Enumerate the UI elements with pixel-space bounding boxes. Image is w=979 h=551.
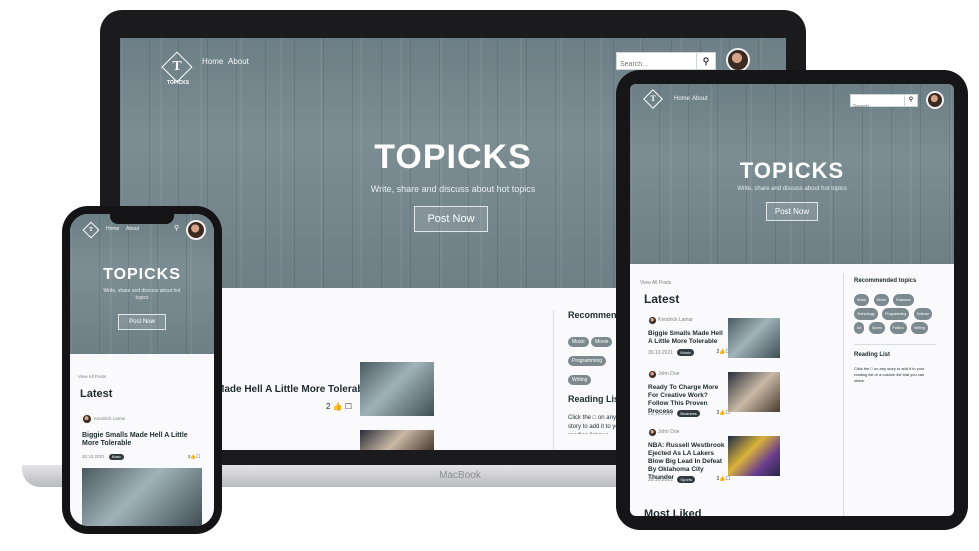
phone-screen: T Home About ⚲ TOPICKS Write, share and … [70,214,214,526]
search-icon[interactable]: ⚲ [904,95,917,106]
tag-business[interactable]: Business [893,294,914,306]
tag-politics[interactable]: Politics [889,322,907,334]
most-liked-heading: Most Liked [644,508,702,516]
search-bar: ⚲ [616,52,716,73]
tablet-screen: T Home About ⚲ TOPICKS Write, share and … [630,84,954,516]
laptop-brand-label: MacBook [439,470,481,481]
post-tag[interactable]: Business [677,410,700,417]
post-date: 30.10.2021 [648,350,674,356]
nav-about[interactable]: About [692,96,708,102]
hero-title: TOPICKS [103,266,181,283]
post-date: 29.10.2021 [648,411,674,417]
nav-about[interactable]: About [126,226,139,232]
likes-count: 2 [326,402,331,411]
bookmark-icon[interactable]: ☐ [726,476,730,482]
post-thumbnail[interactable] [728,436,780,476]
post-author[interactable]: Kendrick Lamar [658,317,693,323]
author-avatar[interactable] [648,428,657,437]
logo-caption: TOPICKS [166,80,190,86]
post-now-button[interactable]: Post Now [414,206,488,232]
post-thumbnail[interactable] [360,430,434,450]
post-now-button[interactable]: Post Now [118,314,166,330]
tag-movie[interactable]: Movie [591,337,613,347]
nav-home[interactable]: Home [674,96,690,102]
nav-home[interactable]: Home [106,226,119,232]
search-bar: ⚲ [850,94,918,113]
hero-tagline: Write, share and discuss about hot topic… [737,186,847,192]
logo[interactable]: T TOPICKS [158,51,198,92]
tag-music[interactable]: Music [854,294,870,306]
latest-heading: Latest [644,292,680,306]
latest-post-likes: 2 👍 ☐ [326,402,352,411]
search-input[interactable] [851,101,903,113]
post-author[interactable]: John Doe [658,371,679,377]
post-title[interactable]: Biggie Smalls Made Hell A Little More To… [82,432,200,448]
sidebar-divider [854,344,936,345]
post-author[interactable]: Kendrick Lamar [94,416,126,421]
view-all-posts-link[interactable]: View All Posts [640,280,671,286]
view-all-posts-link[interactable]: View All Posts [78,374,106,379]
sidebar-divider [843,274,844,516]
latest-heading: Latest [80,388,113,400]
nav-home[interactable]: Home [202,57,223,66]
bookmark-icon[interactable]: ☐ [196,454,200,459]
hero-title: TOPICKS [739,158,845,183]
author-avatar[interactable] [648,316,657,325]
post-thumbnail[interactable] [360,362,434,416]
post-date: 28.10.2021 [648,477,674,483]
bookmark-icon[interactable]: ☐ [345,402,352,411]
post-title[interactable]: Biggie Smalls Made Hell A Little More To… [648,330,728,346]
post-tag[interactable]: Music [108,454,124,460]
logo[interactable]: T [82,221,100,240]
avatar[interactable] [186,220,206,240]
like-icon[interactable]: 👍 [333,402,343,411]
avatar[interactable] [926,91,944,109]
phone-notch [110,214,174,224]
phone-hero: T Home About ⚲ TOPICKS Write, share and … [70,214,214,354]
author-avatar[interactable] [648,370,657,379]
post-thumbnail[interactable] [728,318,780,358]
tag-movie[interactable]: Movie [873,294,889,306]
sidebar-divider [553,310,554,450]
post-tag[interactable]: Music [677,349,694,356]
post-tag[interactable]: Sports [677,476,695,483]
search-icon[interactable]: ⚲ [696,53,715,69]
post-thumbnail[interactable] [82,468,202,526]
nav-about[interactable]: About [228,57,249,66]
topic-tags: Music Movie Business Technology Programm… [854,292,936,334]
tag-science[interactable]: Science [913,308,933,320]
hero-tagline: Write, share and discuss about hot topic… [103,288,181,301]
sidebar-title: Recommended topics [854,278,917,284]
post-now-button[interactable]: Post Now [766,202,818,221]
tag-art[interactable]: Art [854,322,865,334]
reading-list-title: Reading List [568,394,623,404]
tag-programming[interactable]: Programming [882,308,910,320]
post-date: 30.10.2021 [82,454,105,459]
search-icon[interactable]: ⚲ [174,224,179,232]
avatar[interactable] [726,48,750,72]
reading-list-title: Reading List [854,352,891,358]
tablet-hero: T Home About ⚲ TOPICKS Write, share and … [630,84,954,264]
tag-sports[interactable]: Sports [868,322,886,334]
reading-list-text: Click the □ on any story to add it to yo… [854,366,925,383]
author-avatar[interactable] [82,414,92,424]
post-author[interactable]: John Doe [658,429,679,435]
tag-writing[interactable]: Writing [911,322,928,334]
tag-technology[interactable]: Technology [854,308,878,320]
tag-music[interactable]: Music [568,337,590,347]
post-thumbnail[interactable] [728,372,780,412]
latest-post-title[interactable]: Made Hell A Little More Tolerable [216,384,372,395]
tag-programming[interactable]: Programming [568,356,607,366]
tag-writing[interactable]: Writing [568,375,592,385]
logo[interactable]: T [642,89,664,112]
